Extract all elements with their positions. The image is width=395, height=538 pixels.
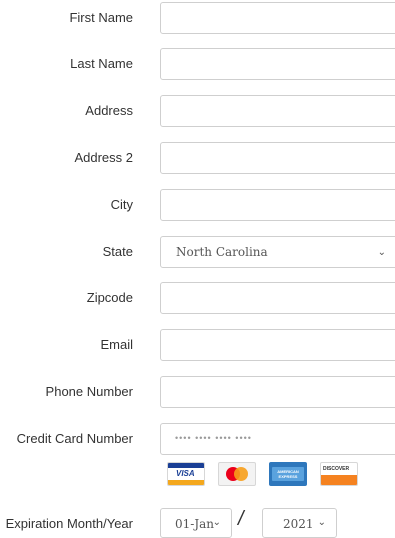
address2-label: Address 2 (74, 150, 133, 165)
first-name-label: First Name (69, 10, 133, 25)
zipcode-label: Zipcode (86, 290, 133, 305)
address2-input[interactable] (160, 142, 395, 174)
visa-icon: VISA (167, 462, 205, 486)
mastercard-icon (218, 462, 256, 486)
expiration-month-value: 01-Jan (175, 517, 215, 531)
last-name-label: Last Name (70, 56, 133, 71)
email-input[interactable] (160, 329, 395, 361)
address-label: Address (85, 103, 133, 118)
amex-icon: AMERICAN EXPRESS (269, 462, 307, 486)
state-select-value: North Carolina (176, 245, 268, 259)
last-name-input[interactable] (160, 48, 395, 80)
phone-number-label: Phone Number (45, 384, 133, 399)
expiration-year-select[interactable]: 2021 ⌄ (262, 508, 337, 538)
expiration-year-value: 2021 (283, 517, 314, 531)
expiration-month-select[interactable]: 01-Jan ⌄ (160, 508, 232, 538)
expiration-separator: / (238, 508, 244, 530)
credit-card-placeholder: •••• •••• •••• •••• (175, 433, 252, 443)
chevron-down-icon: ⌄ (377, 247, 386, 258)
chevron-down-icon: ⌄ (317, 517, 326, 528)
phone-number-input[interactable] (160, 376, 395, 408)
city-label: City (110, 197, 133, 212)
credit-card-input[interactable]: •••• •••• •••• •••• (160, 423, 395, 455)
chevron-down-icon: ⌄ (212, 517, 221, 528)
first-name-input[interactable] (160, 2, 395, 34)
city-input[interactable] (160, 189, 395, 221)
address-input[interactable] (160, 95, 395, 127)
zipcode-input[interactable] (160, 282, 395, 314)
email-label: Email (100, 337, 133, 352)
discover-icon: DISCOVER (320, 462, 358, 486)
expiration-label: Expiration Month/Year (5, 516, 133, 531)
state-label: State (102, 244, 133, 259)
credit-card-label: Credit Card Number (16, 431, 133, 446)
state-select[interactable]: North Carolina ⌄ (160, 236, 395, 268)
